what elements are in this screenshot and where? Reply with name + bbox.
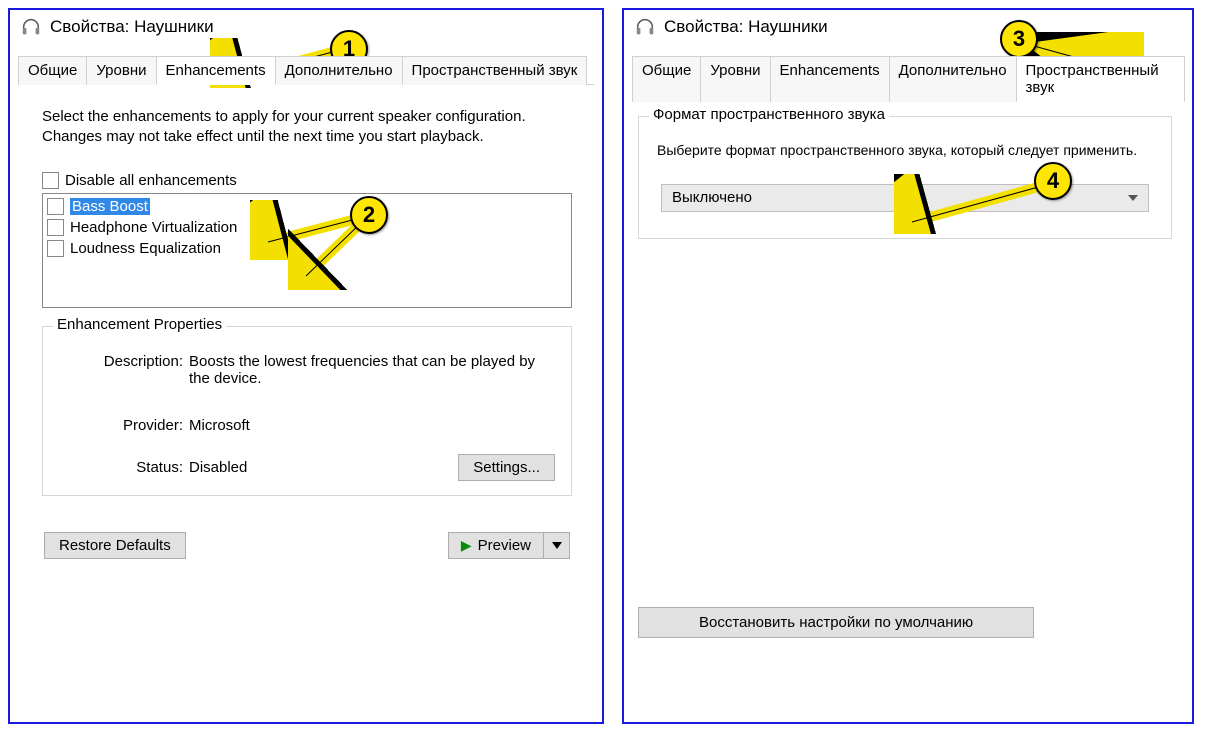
status-key: Status:: [59, 459, 189, 476]
list-item[interactable]: Bass Boost: [43, 196, 571, 217]
bass-boost-checkbox[interactable]: [47, 198, 64, 215]
provider-key: Provider:: [59, 417, 189, 434]
headphone-virt-checkbox[interactable]: [47, 219, 64, 236]
restore-defaults-button[interactable]: Restore Defaults: [44, 532, 186, 559]
chevron-down-icon: [1128, 195, 1138, 201]
preview-button[interactable]: ▶ Preview: [448, 532, 544, 559]
tab-advanced[interactable]: Дополнительно: [889, 56, 1017, 102]
disable-all-row[interactable]: Disable all enhancements: [42, 172, 572, 189]
tab-general[interactable]: Общие: [632, 56, 701, 102]
disable-all-label: Disable all enhancements: [65, 172, 237, 189]
dialog-spatial: Свойства: Наушники Общие Уровни Enhancem…: [622, 8, 1194, 724]
tab-levels[interactable]: Уровни: [86, 56, 156, 85]
group-legend: Формат пространственного звука: [649, 106, 889, 123]
spatial-format-dropdown[interactable]: Выключено: [661, 184, 1149, 212]
tab-spatial[interactable]: Пространственный звук: [1016, 56, 1185, 102]
play-icon: ▶: [461, 538, 472, 552]
provider-value: Microsoft: [189, 417, 555, 434]
tab-content: Select the enhancements to apply for you…: [10, 85, 602, 569]
window-title: Свойства: Наушники: [50, 17, 214, 37]
disable-all-checkbox[interactable]: [42, 172, 59, 189]
restore-defaults-button[interactable]: Восстановить настройки по умолчанию: [638, 607, 1034, 638]
window-title: Свойства: Наушники: [664, 17, 828, 37]
enhancement-properties-group: Enhancement Properties Description: Boos…: [42, 326, 572, 496]
titlebar: Свойства: Наушники: [10, 10, 602, 46]
list-item-label: Loudness Equalization: [70, 240, 221, 257]
list-item-label: Headphone Virtualization: [70, 219, 237, 236]
tabstrip: Общие Уровни Enhancements Дополнительно …: [10, 56, 602, 85]
dialog-enhancements: Свойства: Наушники Общие Уровни Enhancem…: [8, 8, 604, 724]
list-item[interactable]: Headphone Virtualization: [43, 217, 571, 238]
tab-advanced[interactable]: Дополнительно: [275, 56, 403, 85]
headphones-icon: [20, 16, 42, 38]
description-value: Boosts the lowest frequencies that can b…: [189, 353, 555, 387]
loudness-eq-checkbox[interactable]: [47, 240, 64, 257]
spatial-format-group: Формат пространственного звука Выберите …: [638, 116, 1172, 239]
tab-spatial[interactable]: Пространственный звук: [402, 56, 588, 85]
preview-label: Preview: [478, 537, 531, 554]
preview-dropdown-button[interactable]: [544, 532, 570, 559]
list-item[interactable]: Loudness Equalization: [43, 238, 571, 259]
group-description: Выберите формат пространственного звука,…: [657, 141, 1153, 160]
instruction-text: Select the enhancements to apply for you…: [42, 107, 562, 148]
titlebar: Свойства: Наушники: [624, 10, 1192, 46]
tab-general[interactable]: Общие: [18, 56, 87, 85]
tab-levels[interactable]: Уровни: [700, 56, 770, 102]
enhancement-list[interactable]: Bass Boost Headphone Virtualization Loud…: [42, 193, 572, 308]
tab-enhancements[interactable]: Enhancements: [156, 56, 276, 85]
dropdown-value: Выключено: [672, 189, 752, 206]
tab-enhancements[interactable]: Enhancements: [770, 56, 890, 102]
status-value: Disabled: [189, 459, 247, 476]
description-key: Description:: [59, 353, 189, 387]
preview-split-button[interactable]: ▶ Preview: [448, 532, 570, 559]
tabstrip: Общие Уровни Enhancements Дополнительно …: [624, 56, 1192, 102]
list-item-label: Bass Boost: [70, 198, 150, 215]
settings-button[interactable]: Settings...: [458, 454, 555, 481]
headphones-icon: [634, 16, 656, 38]
group-legend: Enhancement Properties: [53, 316, 226, 333]
